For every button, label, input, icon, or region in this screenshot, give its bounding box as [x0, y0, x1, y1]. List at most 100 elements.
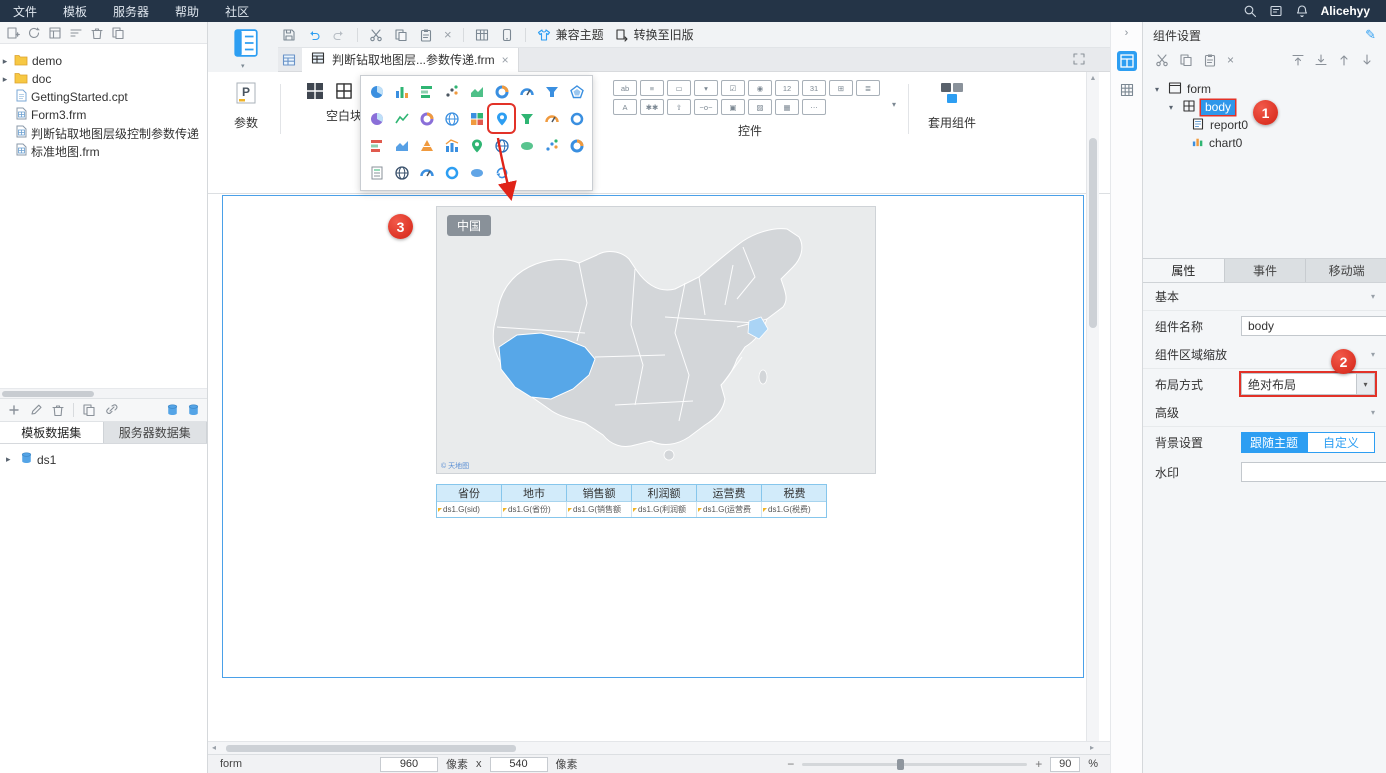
date-widget-icon[interactable]: 31: [802, 80, 826, 96]
preview-grid-icon[interactable]: [475, 28, 489, 42]
slider-widget-icon[interactable]: −o−: [694, 99, 718, 115]
maximize-icon[interactable]: [1072, 52, 1086, 69]
tree-item-standard-map[interactable]: 标准地图.frm: [0, 142, 207, 160]
tree-item-chart0[interactable]: chart0: [1143, 134, 1386, 152]
dial-chart-icon[interactable]: [539, 105, 564, 132]
close-tab-icon[interactable]: ×: [502, 53, 509, 67]
column-header[interactable]: 税费: [762, 485, 827, 501]
component-settings-toggle-icon[interactable]: [1116, 51, 1137, 71]
layout-mode-dropdown[interactable]: 绝对布局 ▾: [1241, 373, 1375, 395]
meter-chart-icon[interactable]: [414, 159, 439, 186]
ring-chart-icon[interactable]: [439, 159, 464, 186]
db-manage-icon[interactable]: [187, 403, 200, 417]
mobile-preview-icon[interactable]: [500, 28, 514, 42]
zoom-level[interactable]: 90: [1050, 756, 1081, 772]
multi-pie-chart-icon[interactable]: [414, 105, 439, 132]
upload-widget-icon[interactable]: ⇧: [667, 99, 691, 115]
edit-pencil-icon[interactable]: ✎: [1365, 27, 1376, 43]
parameter-pane-icon[interactable]: P: [236, 82, 256, 107]
formula-cell[interactable]: ds1.G(省份): [502, 502, 567, 517]
grid-widget-icon[interactable]: ▦: [775, 99, 799, 115]
bubble-chart-icon[interactable]: [539, 132, 564, 159]
gis-map-chart-icon[interactable]: [489, 105, 514, 132]
undo-icon[interactable]: [307, 28, 321, 42]
column-chart-icon[interactable]: [389, 78, 414, 105]
scatter-chart-icon[interactable]: [439, 78, 464, 105]
move-up-icon[interactable]: [1337, 53, 1351, 67]
gauge-chart-icon[interactable]: [514, 78, 539, 105]
send-to-bottom-icon[interactable]: [1314, 53, 1328, 67]
form-body[interactable]: 中国 © 天地图 省份 地市 销售额 利润额 运营费 税费 ds1.G(sid)…: [222, 195, 1084, 678]
report-block-chart-icon[interactable]: [364, 159, 389, 186]
canvas-height-input[interactable]: [489, 756, 548, 772]
tree-item-gettingstarted[interactable]: GettingStarted.cpt: [0, 88, 207, 106]
tree-item-form[interactable]: ▾ form: [1143, 80, 1386, 98]
menu-template[interactable]: 模板: [50, 0, 100, 22]
move-down-icon[interactable]: [1360, 53, 1374, 67]
drill-map-chart-icon[interactable]: [464, 132, 489, 159]
selected-component-body[interactable]: body: [1201, 99, 1236, 115]
design-canvas[interactable]: 中国 © 天地图 省份 地市 销售额 利润额 运营费 税费 ds1.G(sid)…: [208, 194, 1110, 741]
button-widget-icon[interactable]: ▭: [667, 80, 691, 96]
search-icon[interactable]: [1243, 4, 1257, 18]
dropdown-caret-icon[interactable]: ▾: [1356, 374, 1374, 394]
ellipse-chart-icon[interactable]: [464, 159, 489, 186]
menu-help[interactable]: 帮助: [162, 0, 212, 22]
area-chart-icon[interactable]: [464, 78, 489, 105]
formula-cell[interactable]: ds1.G(销售额: [567, 502, 632, 517]
template-list-icon[interactable]: [282, 53, 296, 67]
scrollbar-thumb[interactable]: [1089, 138, 1097, 328]
bg-follow-theme-button[interactable]: 跟随主题: [1241, 431, 1307, 453]
menu-file[interactable]: 文件: [0, 0, 50, 22]
checkbox-widget-icon[interactable]: ☑: [721, 80, 745, 96]
delete-icon[interactable]: ×: [1227, 53, 1234, 67]
formula-cell[interactable]: ds1.G(利润额: [632, 502, 697, 517]
radio-widget-icon[interactable]: ◉: [748, 80, 772, 96]
template-panel-toggle-icon[interactable]: [234, 29, 258, 60]
range-area-chart-icon[interactable]: [389, 132, 414, 159]
scroll-right-icon[interactable]: ▸: [1090, 743, 1094, 752]
tab-events[interactable]: 事件: [1224, 259, 1307, 282]
funnel3d-chart-icon[interactable]: [514, 105, 539, 132]
combo-chart-icon[interactable]: [439, 132, 464, 159]
menu-community[interactable]: 社区: [212, 0, 262, 22]
world-map-chart-icon[interactable]: [489, 132, 514, 159]
convert-legacy-button[interactable]: 转换至旧版: [615, 26, 694, 43]
map-widget[interactable]: 中国 © 天地图: [436, 206, 876, 474]
collapse-panel-icon[interactable]: ›: [1111, 22, 1142, 39]
zoom-slider[interactable]: [802, 758, 1028, 770]
reuse-component-section[interactable]: 套用组件: [920, 82, 984, 131]
image-widget-icon[interactable]: ▨: [748, 99, 772, 115]
bell-icon[interactable]: [1295, 4, 1309, 18]
compat-theme-button[interactable]: 兼容主题: [537, 26, 604, 43]
number-widget-icon[interactable]: 12: [775, 80, 799, 96]
formula-cell[interactable]: ds1.G(运营费: [697, 502, 762, 517]
save-icon[interactable]: [282, 28, 296, 42]
refresh-icon[interactable]: [27, 26, 41, 40]
edit-dataset-icon[interactable]: [29, 403, 43, 417]
column-header[interactable]: 利润额: [632, 485, 697, 501]
funnel-chart-icon[interactable]: [539, 78, 564, 105]
canvas-width-input[interactable]: [380, 756, 438, 772]
chevron-down-icon[interactable]: ▾: [1371, 408, 1375, 417]
report-table-widget[interactable]: 省份 地市 销售额 利润额 运营费 税费 ds1.G(sid) ds1.G(省份…: [436, 484, 827, 518]
stack-bar-chart-icon[interactable]: [364, 132, 389, 159]
copy-icon[interactable]: [111, 26, 125, 40]
tab-template-dataset[interactable]: 模板数据集: [0, 422, 104, 443]
iframe-widget-icon[interactable]: ▣: [721, 99, 745, 115]
label-widget-icon[interactable]: A: [613, 99, 637, 115]
zoom-slider-thumb[interactable]: [896, 758, 904, 770]
chevron-down-icon[interactable]: ▾: [241, 62, 245, 70]
cut-icon[interactable]: [1155, 53, 1169, 67]
new-template-icon[interactable]: [6, 26, 20, 40]
list-widget-icon[interactable]: ≣: [856, 80, 880, 96]
tree-horizontal-scrollbar[interactable]: [0, 388, 207, 398]
tab-mobile[interactable]: 移动端: [1306, 259, 1386, 282]
canvas-vertical-scrollbar[interactable]: ▲: [1086, 72, 1099, 741]
pie-chart-icon[interactable]: [364, 78, 389, 105]
tree-item-doc[interactable]: ▸ doc: [0, 70, 207, 88]
bar-chart-icon[interactable]: [414, 78, 439, 105]
heatmap-chart-icon[interactable]: [464, 105, 489, 132]
tree-item-form3[interactable]: Form3.frm: [0, 106, 207, 124]
parameter-section[interactable]: P 参数: [222, 82, 270, 131]
